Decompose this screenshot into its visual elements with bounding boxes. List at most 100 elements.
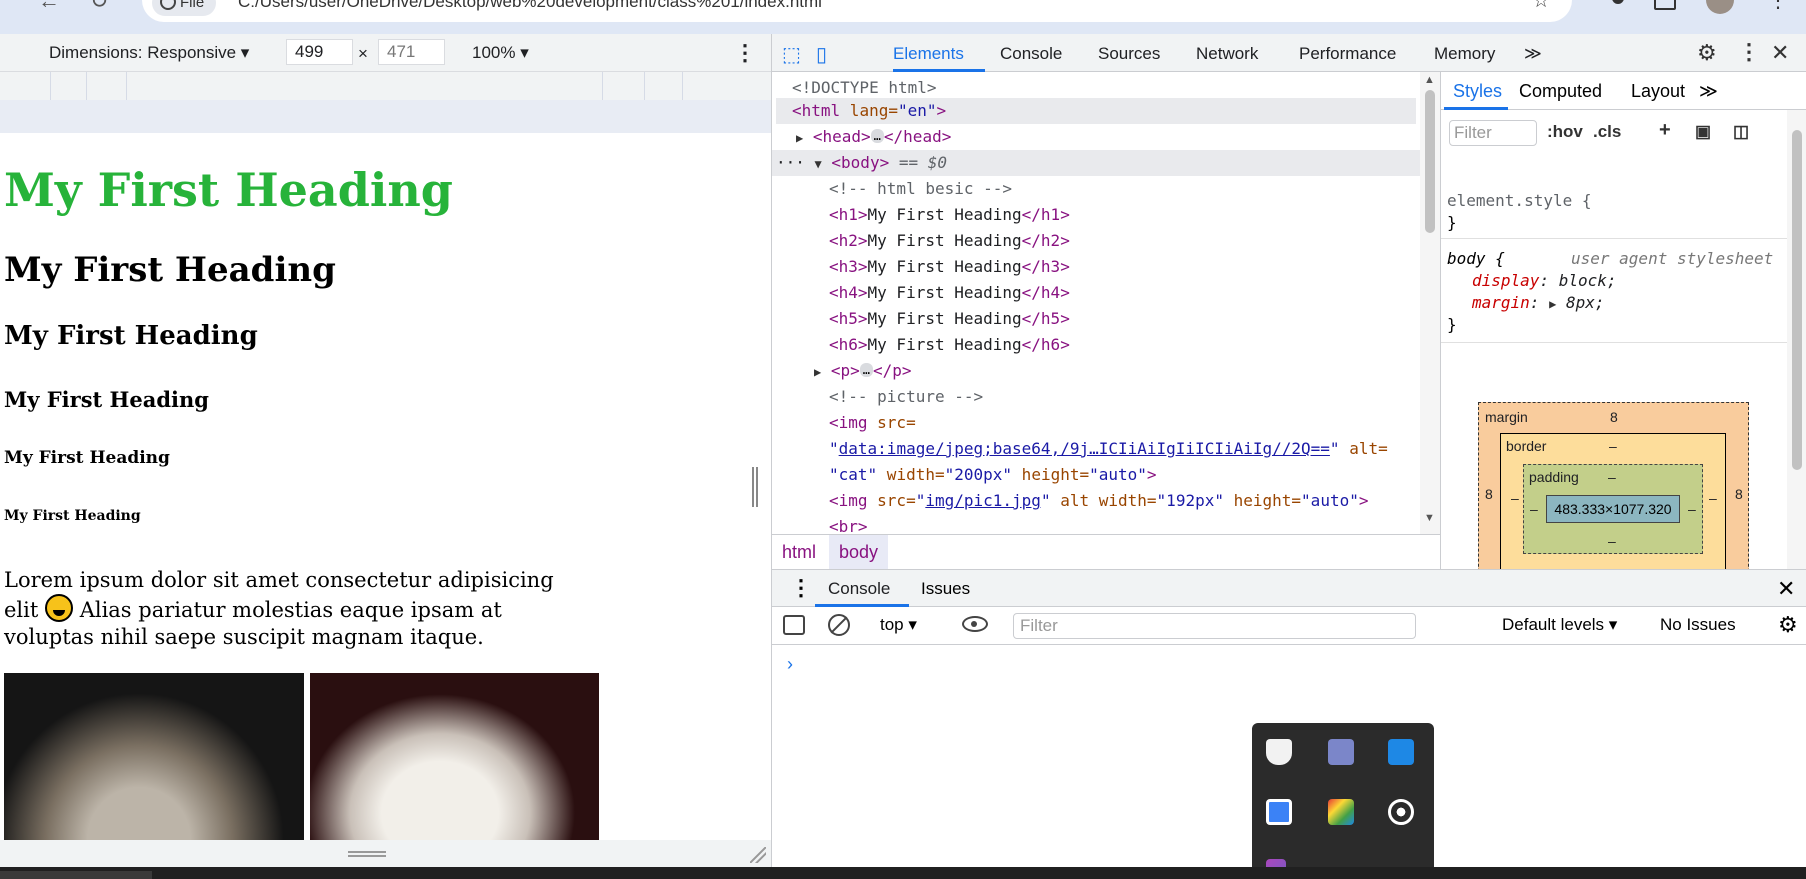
audio-wave-icon[interactable] [1388, 739, 1414, 765]
margin-top-value[interactable]: 8 [1610, 409, 1618, 425]
box-model-margin[interactable]: margin 8 8 8 8 border – – – – padding – … [1478, 402, 1749, 569]
box-model-padding[interactable]: padding – – – – 483.333×1077.320 [1523, 464, 1703, 554]
issues-counter[interactable]: No Issues [1660, 615, 1736, 635]
scrollbar-thumb[interactable] [1425, 90, 1435, 233]
url-text[interactable]: C:/Users/user/OneDrive/Desktop/web%20dev… [238, 0, 822, 12]
tab-computed[interactable]: Computed [1519, 81, 1602, 102]
cls-toggle[interactable]: .cls [1593, 122, 1621, 142]
console-sidebar-icon[interactable] [783, 615, 805, 635]
paint-bucket-icon[interactable]: ▣ [1695, 122, 1711, 142]
margin-left-value[interactable]: 8 [1485, 486, 1493, 502]
record-icon[interactable] [1388, 799, 1414, 825]
settings-gear-icon[interactable]: ⚙ [1697, 40, 1717, 66]
tab-layout[interactable]: Layout [1631, 81, 1685, 102]
box-model-border[interactable]: border – – – – padding – – – – 483.333×1… [1500, 433, 1726, 569]
elements-scrollbar[interactable]: ▲ ▼ [1420, 72, 1440, 534]
display-declaration[interactable]: display: block; [1472, 270, 1617, 292]
more-style-tabs-icon[interactable]: ≫ [1699, 81, 1718, 102]
collapse-triangle-icon[interactable]: ▼ [815, 157, 822, 171]
body-rule-selector[interactable]: body { [1447, 248, 1505, 270]
img-node-src[interactable]: "data:image/jpeg;base64,/9j…ICIiAiIgIiIC… [829, 436, 1388, 462]
element-style-rule[interactable]: element.style { [1447, 190, 1592, 212]
device-toggle-icon[interactable]: ▯ [816, 42, 827, 67]
margin-declaration[interactable]: margin: ▶ 8px; [1472, 292, 1604, 315]
head-node[interactable]: ▶ <head>… </head> [796, 124, 951, 150]
back-arrow-icon[interactable]: ← [38, 0, 60, 14]
box-model-content[interactable]: 483.333×1077.320 [1546, 495, 1680, 523]
dimensions-dropdown[interactable]: Dimensions: Responsive ▾ [49, 43, 249, 63]
styles-filter-input[interactable]: Filter [1449, 120, 1537, 146]
tab-performance[interactable]: Performance [1299, 44, 1396, 64]
h4-node[interactable]: <h4>My First Heading</h4> [829, 280, 1070, 306]
security-shield-icon[interactable] [1266, 739, 1292, 765]
drawer-tab-issues[interactable]: Issues [921, 579, 970, 599]
drawer-tab-console[interactable]: Console [828, 579, 890, 599]
padding-left-value[interactable]: – [1530, 501, 1538, 517]
reload-icon[interactable]: ↻ [90, 0, 108, 14]
h1-node[interactable]: <h1>My First Heading</h1> [829, 202, 1070, 228]
border-top-value[interactable]: – [1609, 438, 1617, 454]
breadcrumb-html[interactable]: html [782, 542, 816, 563]
corner-resize-icon[interactable] [750, 847, 766, 863]
hov-toggle[interactable]: :hov [1547, 122, 1583, 142]
profile-avatar[interactable] [1706, 0, 1734, 14]
scrollbar-thumb[interactable] [1792, 130, 1802, 470]
new-style-rule-icon[interactable]: + [1659, 119, 1671, 142]
taskbar-item[interactable] [0, 871, 152, 879]
padding-top-value[interactable]: – [1608, 469, 1616, 485]
h6-node[interactable]: <h6>My First Heading</h6> [829, 332, 1070, 358]
h5-node[interactable]: <h5>My First Heading</h5> [829, 306, 1070, 332]
tab-sources[interactable]: Sources [1098, 44, 1160, 64]
media-query-ruler[interactable] [0, 72, 771, 100]
site-info-chip[interactable]: File [152, 0, 217, 16]
h2-node[interactable]: <h2>My First Heading</h2> [829, 228, 1070, 254]
tab-elements[interactable]: Elements [893, 44, 964, 64]
scroll-up-icon[interactable]: ▲ [1424, 74, 1435, 86]
close-devtools-icon[interactable]: ✕ [1771, 40, 1789, 66]
h3-node[interactable]: <h3>My First Heading</h3> [829, 254, 1070, 280]
viewport-height-input[interactable]: 471 [378, 39, 445, 65]
body-node[interactable]: ··· ▼ <body> == $0 [772, 150, 1420, 176]
toggle-sidebar-icon[interactable]: ◫ [1733, 122, 1749, 142]
clear-console-icon[interactable] [828, 614, 850, 636]
extension-icon[interactable] [1612, 0, 1624, 4]
border-right-value[interactable]: – [1709, 490, 1717, 506]
viewport-resize-handle[interactable] [752, 467, 758, 507]
expand-triangle-icon[interactable]: ▶ [814, 365, 821, 379]
border-bottom-value[interactable]: – [1609, 562, 1617, 569]
log-levels-dropdown[interactable]: Default levels ▾ [1502, 615, 1617, 635]
tab-memory[interactable]: Memory [1434, 44, 1495, 64]
padding-bottom-value[interactable]: – [1608, 533, 1616, 549]
p-node[interactable]: ▶ <p>… </p> [814, 358, 912, 384]
img-node[interactable]: <img src= [829, 410, 916, 436]
more-tabs-icon[interactable]: ≫ [1524, 44, 1542, 64]
browser-menu-icon[interactable]: ⋮ [1768, 0, 1788, 13]
bookmark-star-icon[interactable]: ☆ [1532, 0, 1550, 13]
tab-styles[interactable]: Styles [1453, 81, 1502, 102]
img2-node[interactable]: <img src="img/pic1.jpg" alt width="192px… [829, 488, 1368, 514]
height-resize-grip[interactable] [348, 851, 386, 857]
address-bar[interactable]: File C:/Users/user/OneDrive/Desktop/web%… [142, 0, 1572, 22]
close-drawer-icon[interactable]: ✕ [1777, 576, 1795, 602]
padding-right-value[interactable]: – [1688, 501, 1696, 517]
comment-node[interactable]: <!-- picture --> [829, 384, 983, 410]
app-tray-icon[interactable] [1266, 799, 1292, 825]
html-node[interactable]: <html lang="en"> [776, 98, 1416, 124]
device-toolbar-menu-icon[interactable]: ⋮ [734, 40, 756, 66]
tab-console[interactable]: Console [1000, 44, 1062, 64]
console-filter-input[interactable]: Filter [1013, 613, 1416, 639]
border-left-value[interactable]: – [1511, 490, 1519, 506]
data-uri-link[interactable]: data:image/jpeg;base64,/9j…ICIiAiIgIiICI… [839, 439, 1330, 458]
zoom-dropdown[interactable]: 100% ▾ [472, 43, 529, 63]
display-monitor-icon[interactable] [1328, 739, 1354, 765]
color-app-icon[interactable] [1328, 799, 1354, 825]
download-icon[interactable] [1654, 0, 1676, 10]
breadcrumb-body[interactable]: body [829, 535, 889, 569]
media-query-bar[interactable] [0, 100, 771, 133]
console-prompt-chevron-icon[interactable]: › [787, 654, 793, 675]
margin-right-value[interactable]: 8 [1735, 486, 1743, 502]
comment-node[interactable]: <!-- html besic --> [829, 176, 1012, 202]
img-src-link[interactable]: img/pic1.jpg [925, 491, 1041, 510]
viewport-width-input[interactable]: 499 [286, 39, 353, 65]
drawer-menu-icon[interactable]: ⋮ [790, 575, 812, 601]
